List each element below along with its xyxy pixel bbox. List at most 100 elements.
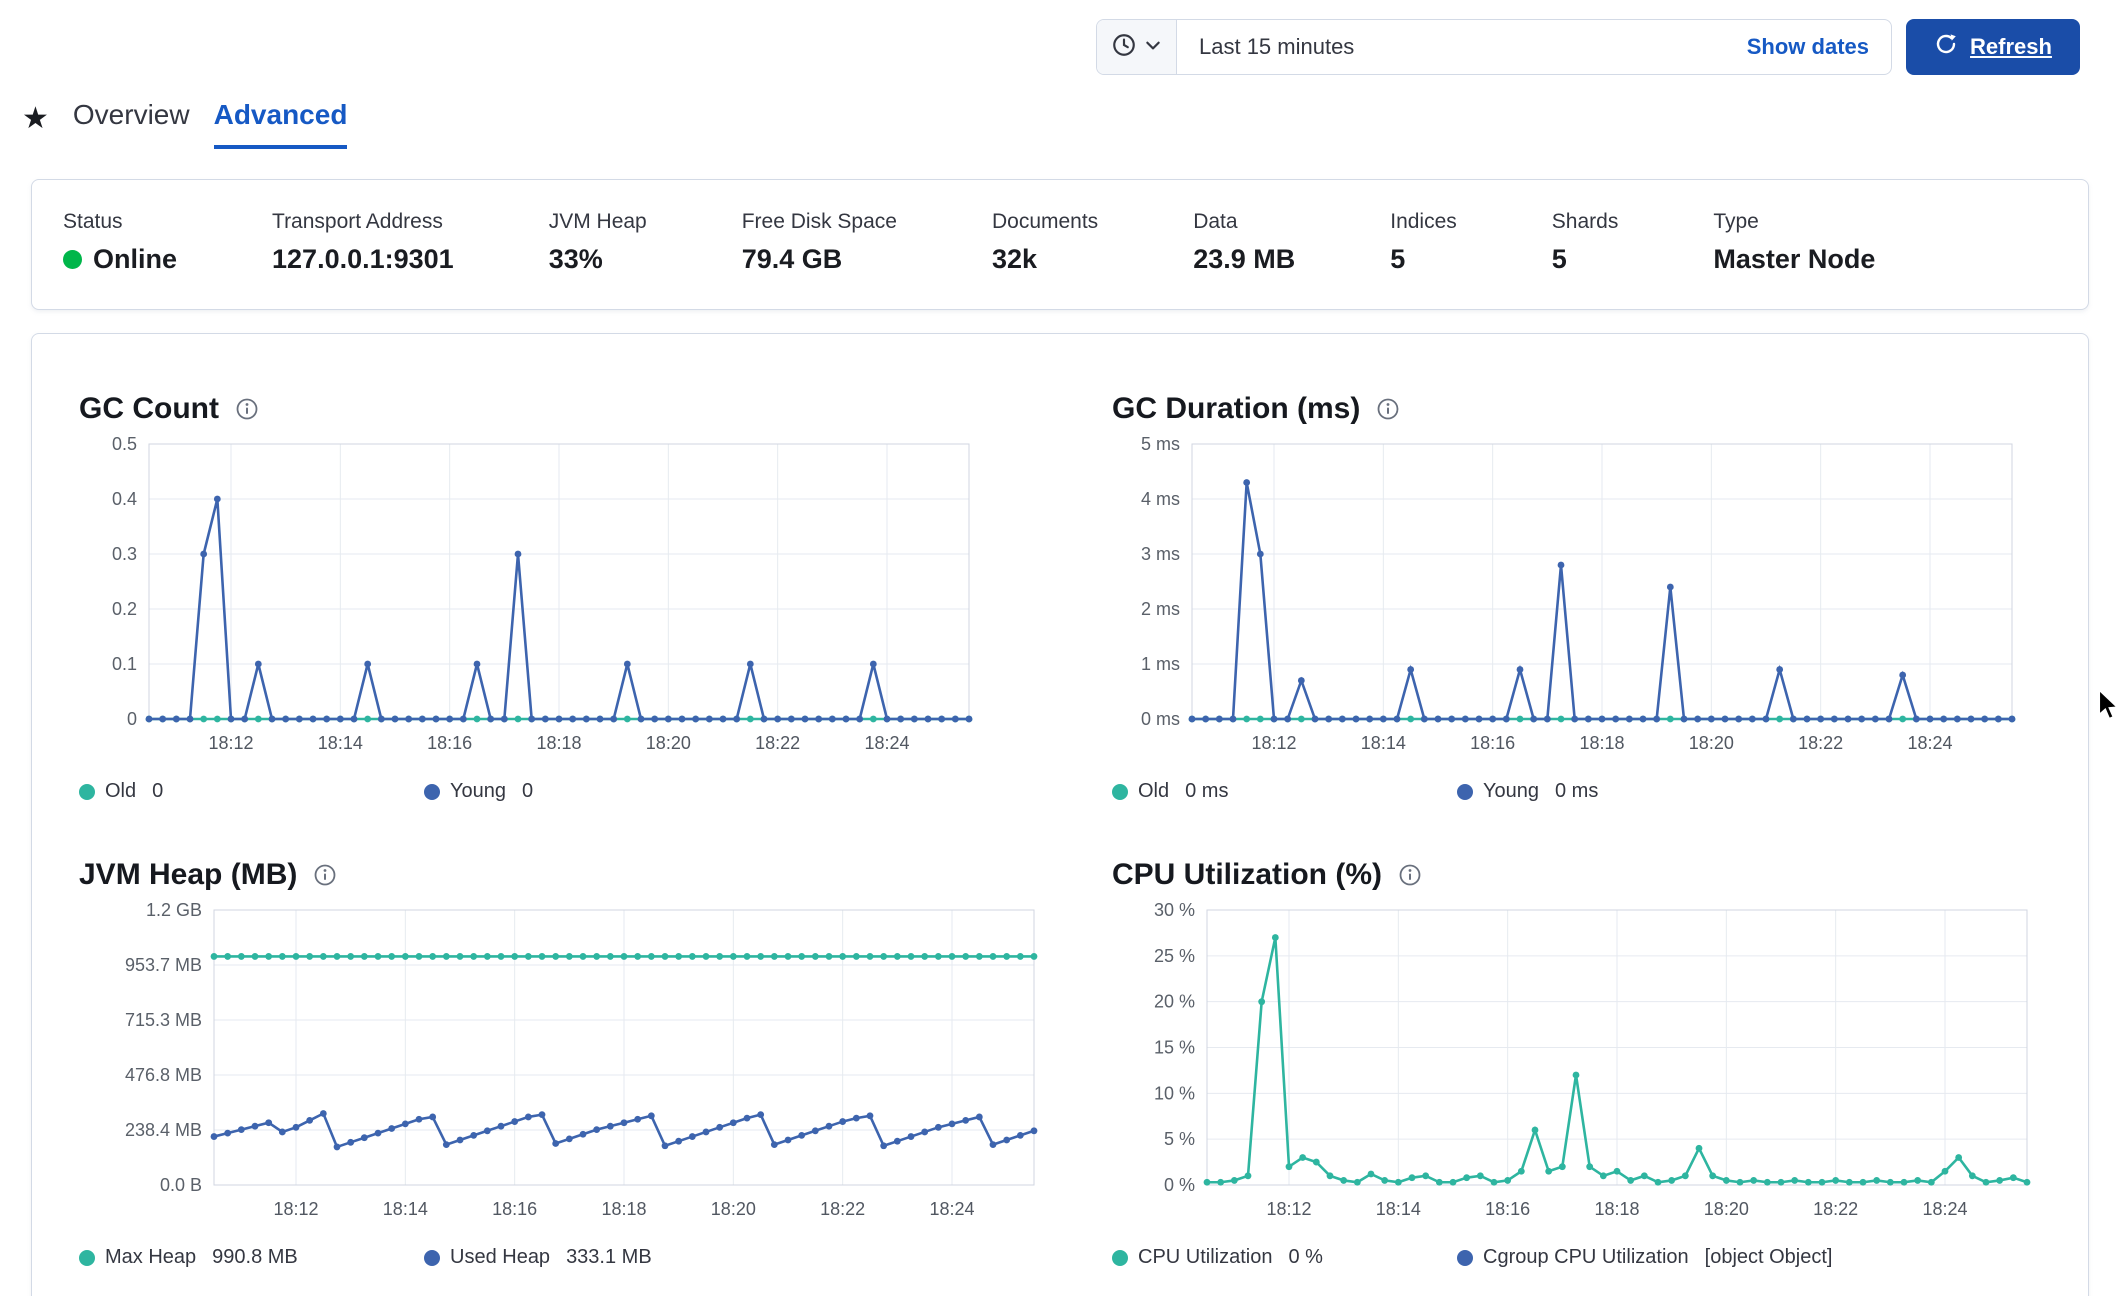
legend-item-young[interactable]: Young 0 xyxy=(424,780,769,803)
time-range-value[interactable]: Last 15 minutes xyxy=(1177,34,1747,60)
legend-dot xyxy=(1112,784,1128,800)
svg-text:953.7 MB: 953.7 MB xyxy=(125,955,202,975)
stat-indices: Indices 5 xyxy=(1390,210,1457,275)
chart-jvm-heap: JVM Heap (MB) 0.0 B238.4 MB476.8 MB715.3… xyxy=(79,858,1048,1269)
legend-item-cpu-utilization[interactable]: CPU Utilization 0 % xyxy=(1112,1246,1457,1269)
show-dates-link[interactable]: Show dates xyxy=(1747,34,1891,60)
svg-text:18:16: 18:16 xyxy=(492,1199,537,1219)
chart-canvas[interactable]: 00.10.20.30.40.518:1218:1418:1618:1818:2… xyxy=(79,434,983,767)
svg-text:18:12: 18:12 xyxy=(1266,1199,1311,1219)
svg-text:18:16: 18:16 xyxy=(427,733,472,753)
svg-text:238.4 MB: 238.4 MB xyxy=(125,1120,202,1140)
stat-value: 127.0.0.1:9301 xyxy=(272,244,454,275)
refresh-button[interactable]: Refresh xyxy=(1906,19,2080,75)
svg-text:18:20: 18:20 xyxy=(711,1199,756,1219)
svg-text:30 %: 30 % xyxy=(1154,900,1195,920)
chart-legend: CPU Utilization 0 % Cgroup CPU Utilizati… xyxy=(1112,1246,2041,1269)
legend-label: Old xyxy=(105,780,136,803)
stat-data: Data 23.9 MB xyxy=(1193,210,1295,275)
svg-text:18:14: 18:14 xyxy=(1361,733,1406,753)
stat-jvm-heap: JVM Heap 33% xyxy=(549,210,647,275)
stat-value: Online xyxy=(93,244,177,275)
chart-canvas[interactable]: 0.0 B 238.4 MB 476.8 MB 715.3 MB 953.7 MB 1.2… xyxy=(79,900,1048,1233)
stat-type: Type Master Node xyxy=(1713,210,1875,275)
stat-value: 5 xyxy=(1552,244,1619,275)
svg-text:0.3: 0.3 xyxy=(112,544,137,564)
svg-text:0: 0 xyxy=(127,709,137,729)
legend-value: 0 xyxy=(152,780,163,803)
svg-text:0.4: 0.4 xyxy=(112,489,137,509)
stat-label: Indices xyxy=(1390,210,1457,234)
tab-advanced[interactable]: Advanced xyxy=(214,99,348,149)
legend-dot xyxy=(1457,1250,1473,1266)
svg-text:18:12: 18:12 xyxy=(1251,733,1296,753)
stat-label: JVM Heap xyxy=(549,210,647,234)
svg-text:18:20: 18:20 xyxy=(1689,733,1734,753)
svg-text:5 ms: 5 ms xyxy=(1141,434,1180,454)
info-icon[interactable] xyxy=(313,863,337,887)
svg-text:18:20: 18:20 xyxy=(1704,1199,1749,1219)
svg-text:18:20: 18:20 xyxy=(646,733,691,753)
legend-item-max-heap[interactable]: Max Heap 990.8 MB xyxy=(79,1246,424,1269)
svg-text:18:12: 18:12 xyxy=(273,1199,318,1219)
legend-dot xyxy=(424,784,440,800)
svg-text:0 %: 0 % xyxy=(1164,1175,1195,1195)
legend-label: Used Heap xyxy=(450,1246,550,1269)
legend-item-cgroup-cpu-utilization[interactable]: Cgroup CPU Utilization [object Object] xyxy=(1457,1246,1832,1269)
stat-label: Status xyxy=(63,210,177,234)
svg-text:18:18: 18:18 xyxy=(1579,733,1624,753)
stat-label: Shards xyxy=(1552,210,1619,234)
chevron-down-icon xyxy=(1144,36,1162,59)
chart-legend: Max Heap 990.8 MB Used Heap 333.1 MB xyxy=(79,1246,1048,1269)
svg-text:18:22: 18:22 xyxy=(755,733,800,753)
svg-text:15 %: 15 % xyxy=(1154,1038,1195,1058)
svg-text:18:24: 18:24 xyxy=(864,733,909,753)
stat-value: 33% xyxy=(549,244,647,275)
legend-label: Old xyxy=(1138,780,1169,803)
chart-gc-duration: GC Duration (ms) 0 ms1 ms2 ms3 ms4 ms5 m… xyxy=(1112,392,2041,803)
svg-text:20 %: 20 % xyxy=(1154,992,1195,1012)
legend-dot xyxy=(79,784,95,800)
chart-cpu-utilization: CPU Utilization (%) 0 %5 %10 %15 %20 %25… xyxy=(1112,858,2041,1269)
stat-value: 5 xyxy=(1390,244,1457,275)
favorite-star-icon[interactable]: ★ xyxy=(22,104,49,144)
info-icon[interactable] xyxy=(235,397,259,421)
svg-text:476.8 MB: 476.8 MB xyxy=(125,1065,202,1085)
chart-legend: Old 0 ms Young 0 ms xyxy=(1112,780,2041,803)
chart-title: CPU Utilization (%) xyxy=(1112,858,1382,892)
chart-canvas[interactable]: 0 %5 %10 %15 %20 %25 %30 %18:1218:1418:1… xyxy=(1112,900,2041,1233)
info-icon[interactable] xyxy=(1376,397,1400,421)
time-quick-select-button[interactable] xyxy=(1097,20,1177,74)
svg-text:18:12: 18:12 xyxy=(208,733,253,753)
svg-text:0.0 B: 0.0 B xyxy=(160,1175,202,1195)
legend-value: [object Object] xyxy=(1705,1246,1833,1269)
legend-item-young[interactable]: Young 0 ms xyxy=(1457,780,1802,803)
svg-text:1.2 GB: 1.2 GB xyxy=(146,900,202,920)
svg-text:18:16: 18:16 xyxy=(1485,1199,1530,1219)
stat-label: Data xyxy=(1193,210,1295,234)
legend-label: Young xyxy=(450,780,506,803)
svg-text:18:14: 18:14 xyxy=(318,733,363,753)
stat-label: Documents xyxy=(992,210,1098,234)
svg-text:5 %: 5 % xyxy=(1164,1129,1195,1149)
chart-canvas[interactable]: 0 ms1 ms2 ms3 ms4 ms5 ms18:1218:1418:161… xyxy=(1112,434,2026,767)
legend-item-old[interactable]: Old 0 xyxy=(79,780,424,803)
info-icon[interactable] xyxy=(1398,863,1422,887)
svg-text:18:18: 18:18 xyxy=(536,733,581,753)
tab-overview[interactable]: Overview xyxy=(73,99,190,149)
node-tabs: ★ Overview Advanced xyxy=(0,75,2120,149)
svg-text:715.3 MB: 715.3 MB xyxy=(125,1010,202,1030)
legend-dot xyxy=(79,1250,95,1266)
svg-text:10 %: 10 % xyxy=(1154,1083,1195,1103)
legend-label: CPU Utilization xyxy=(1138,1246,1272,1269)
stat-value: Master Node xyxy=(1713,244,1875,275)
legend-item-old[interactable]: Old 0 ms xyxy=(1112,780,1457,803)
svg-text:18:16: 18:16 xyxy=(1470,733,1515,753)
legend-item-used-heap[interactable]: Used Heap 333.1 MB xyxy=(424,1246,769,1269)
svg-text:2 ms: 2 ms xyxy=(1141,599,1180,619)
time-picker: Last 15 minutes Show dates xyxy=(1096,19,1892,75)
svg-text:0.1: 0.1 xyxy=(112,654,137,674)
stat-value: 79.4 GB xyxy=(742,244,897,275)
stat-transport-address: Transport Address 127.0.0.1:9301 xyxy=(272,210,454,275)
stat-free-disk-space: Free Disk Space 79.4 GB xyxy=(742,210,897,275)
